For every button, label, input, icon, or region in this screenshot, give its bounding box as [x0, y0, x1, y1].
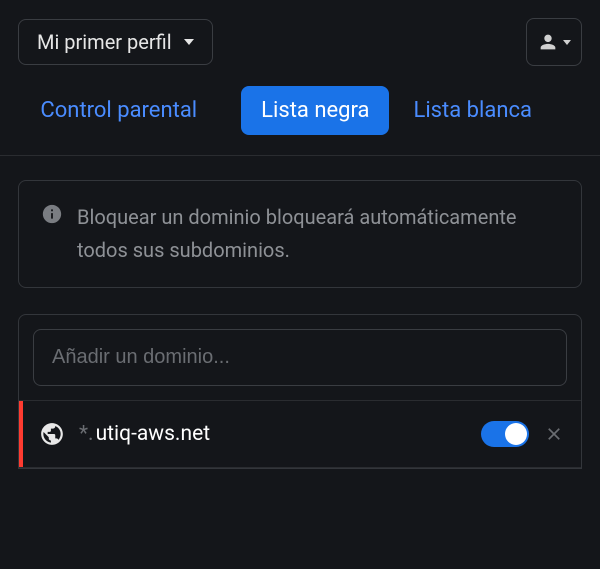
chevron-down-icon [184, 39, 194, 45]
domain-text: *. utiq-aws.net [79, 422, 481, 446]
info-text: Bloquear un dominio bloqueará automática… [77, 201, 559, 267]
user-icon [537, 31, 559, 53]
domain-name: utiq-aws.net [96, 422, 210, 446]
tab-partial-next[interactable]: Lista blanca [413, 98, 531, 123]
profile-selector[interactable]: Mi primer perfil [18, 19, 213, 65]
blacklist-panel: *. utiq-aws.net [18, 314, 582, 469]
tab-control-parental[interactable]: Control parental [20, 86, 217, 135]
domain-wildcard: *. [79, 422, 94, 446]
row-separator [19, 467, 581, 468]
row-accent [19, 401, 23, 467]
blacklist-row: *. utiq-aws.net [19, 400, 581, 467]
account-menu-button[interactable] [526, 18, 582, 66]
tab-lista-negra[interactable]: Lista negra [241, 86, 389, 135]
profile-label: Mi primer perfil [37, 30, 172, 54]
add-domain-field[interactable] [33, 329, 567, 386]
toggle-knob [505, 423, 527, 445]
add-domain-input[interactable] [52, 346, 548, 369]
chevron-down-icon [563, 40, 571, 45]
info-box: Bloquear un dominio bloqueará automática… [18, 180, 582, 288]
globe-icon [39, 421, 65, 447]
tabs: d Control parental Lista negra Lista bla… [0, 78, 600, 156]
domain-toggle[interactable] [481, 421, 529, 447]
info-icon [41, 203, 63, 225]
remove-domain-button[interactable] [545, 425, 563, 443]
